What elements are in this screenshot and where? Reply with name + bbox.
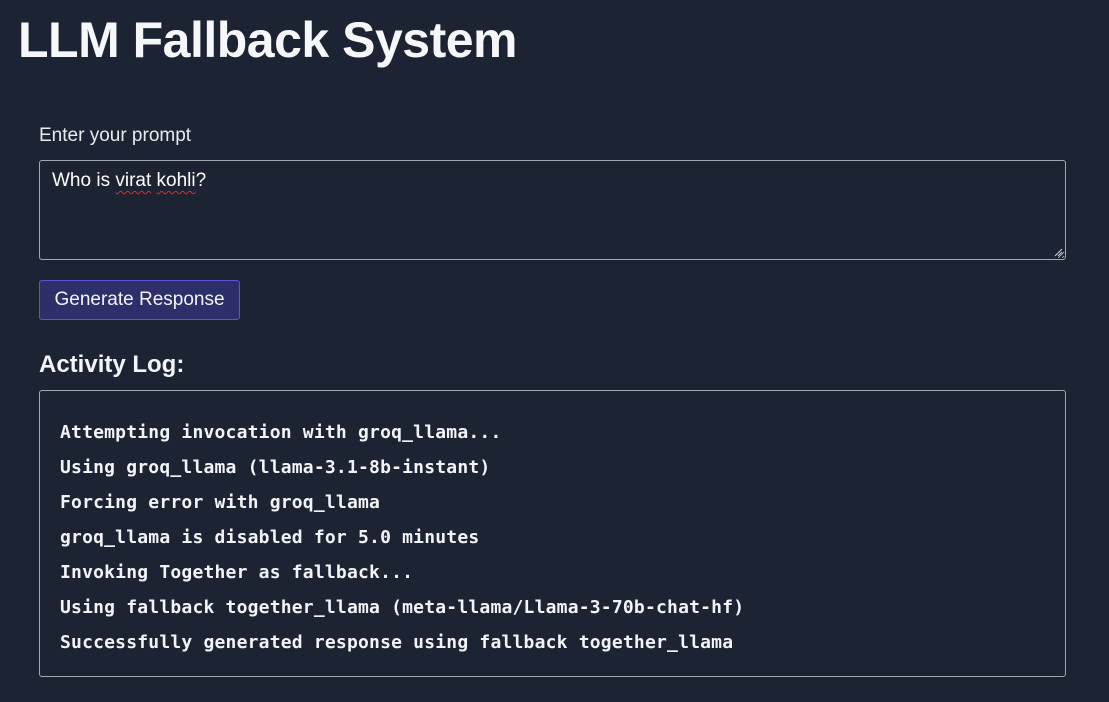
log-line: Using fallback together_llama (meta-llam… (60, 597, 745, 618)
log-line: groq_llama is disabled for 5.0 minutes (60, 527, 480, 548)
log-line: Invoking Together as fallback... (60, 562, 414, 583)
log-line: Forcing error with groq_llama (60, 492, 381, 513)
page-title: LLM Fallback System (18, 12, 518, 68)
prompt-input[interactable] (39, 160, 1066, 260)
prompt-label: Enter your prompt (39, 125, 192, 146)
log-line: Attempting invocation with groq_llama... (60, 422, 502, 443)
log-line: Successfully generated response using fa… (60, 632, 734, 653)
activity-log-heading: Activity Log: (39, 351, 185, 378)
log-line: Using groq_llama (llama-3.1-8b-instant) (60, 457, 491, 478)
activity-log: Attempting invocation with groq_llama...… (39, 390, 1066, 677)
resize-grip-icon[interactable] (1053, 247, 1063, 257)
generate-response-button[interactable]: Generate Response (39, 280, 240, 320)
